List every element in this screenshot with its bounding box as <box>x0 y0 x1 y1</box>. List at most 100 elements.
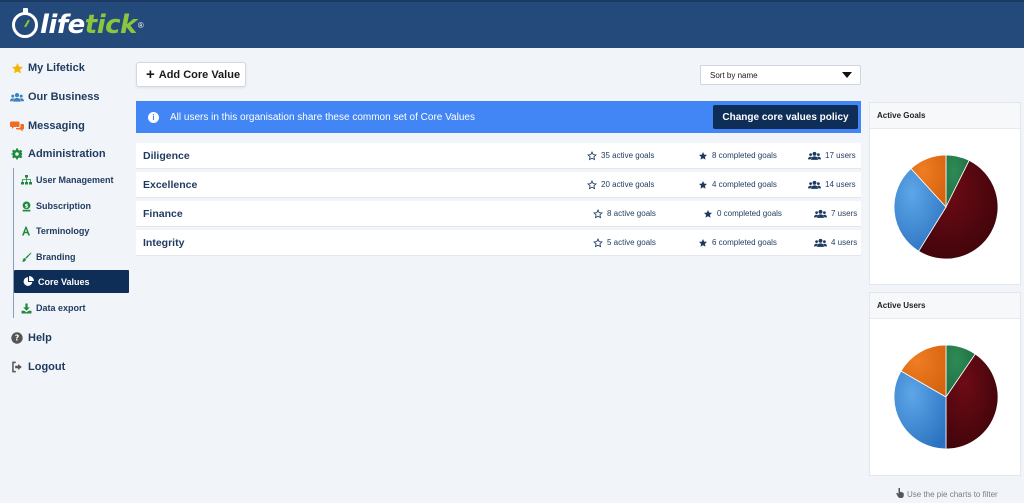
completed-goals-count: 0 completed goals <box>717 209 782 218</box>
active-goals-count: 5 active goals <box>607 238 656 247</box>
core-value-name[interactable]: Integrity <box>143 237 184 249</box>
logo-text: lifetick <box>40 10 137 40</box>
sidebar-item-label: Data export <box>36 303 86 313</box>
star-icon <box>10 61 24 75</box>
sidebar-item-label: My Lifetick <box>28 62 85 74</box>
active-users-pie-chart[interactable] <box>870 319 1022 475</box>
core-value-row[interactable]: Finance 8 active goals 0 completed goals 7 … <box>136 201 861 227</box>
completed-goals-count: 6 completed goals <box>712 238 777 247</box>
sidebar-item-label: Administration <box>28 148 106 160</box>
top-header: lifetick ® <box>0 0 1024 48</box>
sidebar-item-label: Subscription <box>36 201 92 211</box>
sidebar-item-my-lifetick[interactable]: My Lifetick <box>10 59 85 77</box>
sidebar-item-administration[interactable]: Administration <box>10 145 106 163</box>
font-icon <box>20 225 32 237</box>
subnav-line <box>13 168 15 318</box>
pie-filter-hint: Use the pie charts to filter <box>896 487 998 500</box>
active-goals-panel: Active Goals <box>869 102 1021 285</box>
star-outline-icon <box>593 208 607 219</box>
pointer-icon <box>896 487 904 500</box>
core-value-row[interactable]: Diligence 35 active goals 8 completed goal… <box>136 143 861 169</box>
star-icon <box>698 238 712 248</box>
panel-title: Active Users <box>870 293 1020 319</box>
users-icon <box>10 90 24 104</box>
active-goals-stat[interactable]: 5 active goals <box>593 237 656 248</box>
star-icon <box>703 209 717 219</box>
pie-icon <box>22 276 34 288</box>
completed-goals-stat[interactable]: 4 completed goals <box>698 180 777 190</box>
star-outline-icon <box>593 237 607 248</box>
users-stat[interactable]: 4 users <box>814 238 857 247</box>
users-icon <box>808 151 825 160</box>
sidebar: My Lifetick Our Business Messaging Admin… <box>0 48 134 503</box>
question-icon: ? <box>10 331 24 345</box>
brush-icon <box>20 251 32 263</box>
change-policy-button[interactable]: Change core values policy <box>713 105 858 129</box>
users-icon <box>814 209 831 218</box>
sidebar-item-label: User Management <box>36 175 114 185</box>
users-count: 4 users <box>831 238 858 247</box>
active-goals-pie-chart[interactable] <box>870 129 1022 284</box>
sidebar-subitem-user-management[interactable]: User Management <box>20 172 114 188</box>
star-icon <box>698 151 712 161</box>
users-icon <box>808 180 825 189</box>
sidebar-subitem-branding[interactable]: Branding <box>20 249 76 265</box>
logout-icon <box>10 360 24 374</box>
add-core-value-button[interactable]: + Add Core Value <box>136 62 246 87</box>
org-chart-icon <box>20 174 32 186</box>
sidebar-subitem-subscription[interactable]: $ Subscription <box>20 198 91 214</box>
sidebar-subitem-terminology[interactable]: Terminology <box>20 223 89 239</box>
panel-title: Active Goals <box>870 103 1020 129</box>
users-stat[interactable]: 7 users <box>814 209 857 218</box>
sidebar-item-messaging[interactable]: Messaging <box>10 117 85 135</box>
users-stat[interactable]: 14 users <box>808 180 856 189</box>
active-goals-stat[interactable]: 8 active goals <box>593 208 656 219</box>
completed-goals-stat[interactable]: 8 completed goals <box>698 151 777 161</box>
users-count: 17 users <box>825 151 856 160</box>
core-value-row[interactable]: Excellence 20 active goals 4 completed goa… <box>136 172 861 198</box>
completed-goals-count: 4 completed goals <box>712 180 777 189</box>
core-value-row[interactable]: Integrity 5 active goals 6 completed goals… <box>136 230 861 256</box>
users-count: 14 users <box>825 180 856 189</box>
svg-text:?: ? <box>15 334 20 343</box>
completed-goals-count: 8 completed goals <box>712 151 777 160</box>
users-count: 7 users <box>831 209 858 218</box>
add-core-value-label: Add Core Value <box>158 68 241 81</box>
active-goals-stat[interactable]: 35 active goals <box>587 150 655 161</box>
sidebar-item-help[interactable]: ? Help <box>10 329 52 347</box>
active-goals-count: 8 active goals <box>607 209 656 218</box>
active-goals-count: 35 active goals <box>601 151 655 160</box>
chat-icon <box>10 119 24 133</box>
users-stat[interactable]: 17 users <box>808 151 856 160</box>
sort-select[interactable]: Sort by name <box>700 65 861 85</box>
completed-goals-stat[interactable]: 0 completed goals <box>703 209 782 219</box>
star-outline-icon <box>587 179 601 190</box>
pie-filter-hint-text: Use the pie charts to filter <box>907 489 998 499</box>
sidebar-item-label: Logout <box>28 361 66 373</box>
sidebar-item-logout[interactable]: Logout <box>10 358 65 376</box>
sort-select-value: Sort by name <box>710 70 758 80</box>
sidebar-item-label: Core Values <box>38 276 90 287</box>
svg-text:$: $ <box>24 203 28 209</box>
sidebar-item-label: Messaging <box>28 120 85 132</box>
info-icon: i <box>148 111 159 123</box>
gear-icon <box>10 147 24 161</box>
core-value-name[interactable]: Diligence <box>143 150 190 162</box>
core-value-name[interactable]: Excellence <box>143 179 197 191</box>
lifetick-logo[interactable]: lifetick ® <box>12 8 144 40</box>
sidebar-item-our-business[interactable]: Our Business <box>10 88 100 106</box>
info-banner: i All users in this organisation share t… <box>136 101 861 133</box>
core-value-name[interactable]: Finance <box>143 208 183 220</box>
sidebar-item-label: Our Business <box>28 91 100 103</box>
users-icon <box>814 238 831 247</box>
sidebar-subitem-data-export[interactable]: Data export <box>20 300 86 316</box>
star-icon <box>698 180 712 190</box>
completed-goals-stat[interactable]: 6 completed goals <box>698 238 777 248</box>
caret-down-icon <box>842 72 852 78</box>
download-icon <box>20 302 32 314</box>
sidebar-item-label: Terminology <box>36 226 90 236</box>
info-banner-text: All users in this organisation share the… <box>170 111 475 123</box>
sidebar-subitem-core-values[interactable]: Core Values <box>14 270 129 293</box>
active-goals-stat[interactable]: 20 active goals <box>587 179 654 190</box>
plus-icon: + <box>146 66 155 83</box>
